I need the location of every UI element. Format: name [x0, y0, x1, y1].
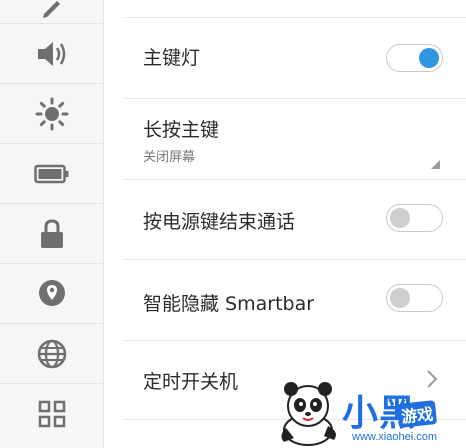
setting-row-power-end-call[interactable]: 按电源键结束通话: [124, 180, 466, 260]
setting-row-home-key-light[interactable]: 主键灯: [124, 18, 466, 98]
sidebar-item-sound[interactable]: [0, 24, 103, 84]
home-key-light-label: 主键灯: [143, 47, 201, 69]
toggle-knob: [419, 48, 439, 68]
grid-icon: [38, 400, 65, 428]
hide-smartbar-toggle[interactable]: [386, 284, 443, 312]
panda-mascot-icon: [281, 382, 336, 446]
edit-icon: [42, 0, 60, 18]
sidebar-item-battery[interactable]: [0, 144, 103, 204]
hide-smartbar-label: 智能隐藏 Smartbar: [143, 293, 315, 315]
long-press-home-value: 关闭屏幕: [143, 150, 196, 165]
setting-row-hide-smartbar[interactable]: 智能隐藏 Smartbar: [124, 260, 466, 340]
watermark-url: www.xiaohei.com: [352, 431, 437, 443]
brightness-icon: [35, 97, 68, 130]
toggle-knob: [390, 288, 410, 308]
location-icon: [38, 279, 65, 306]
sidebar-item-language[interactable]: [0, 324, 103, 384]
sidebar-item-security[interactable]: [0, 204, 103, 264]
chevron-right-icon: [427, 370, 438, 388]
sidebar-item-edit[interactable]: [0, 0, 103, 24]
setting-row-long-press-home[interactable]: 长按主键 关闭屏幕: [124, 99, 466, 179]
scheduled-power-label: 定时开关机: [143, 371, 239, 393]
speaker-icon: [37, 41, 65, 66]
toggle-knob: [390, 208, 410, 228]
home-key-light-toggle[interactable]: [386, 44, 443, 72]
settings-sidebar: [0, 0, 104, 448]
dropdown-corner-icon: [431, 160, 440, 169]
lock-icon: [40, 218, 63, 248]
battery-icon: [33, 164, 68, 183]
sidebar-item-apps[interactable]: [0, 384, 103, 444]
power-end-call-toggle[interactable]: [386, 204, 443, 232]
sidebar-item-location[interactable]: [0, 264, 103, 324]
power-end-call-label: 按电源键结束通话: [143, 211, 296, 233]
watermark-badge: 游戏: [396, 400, 438, 428]
long-press-home-label: 长按主键: [143, 119, 220, 141]
sidebar-item-display[interactable]: [0, 84, 103, 144]
globe-icon: [37, 339, 66, 368]
